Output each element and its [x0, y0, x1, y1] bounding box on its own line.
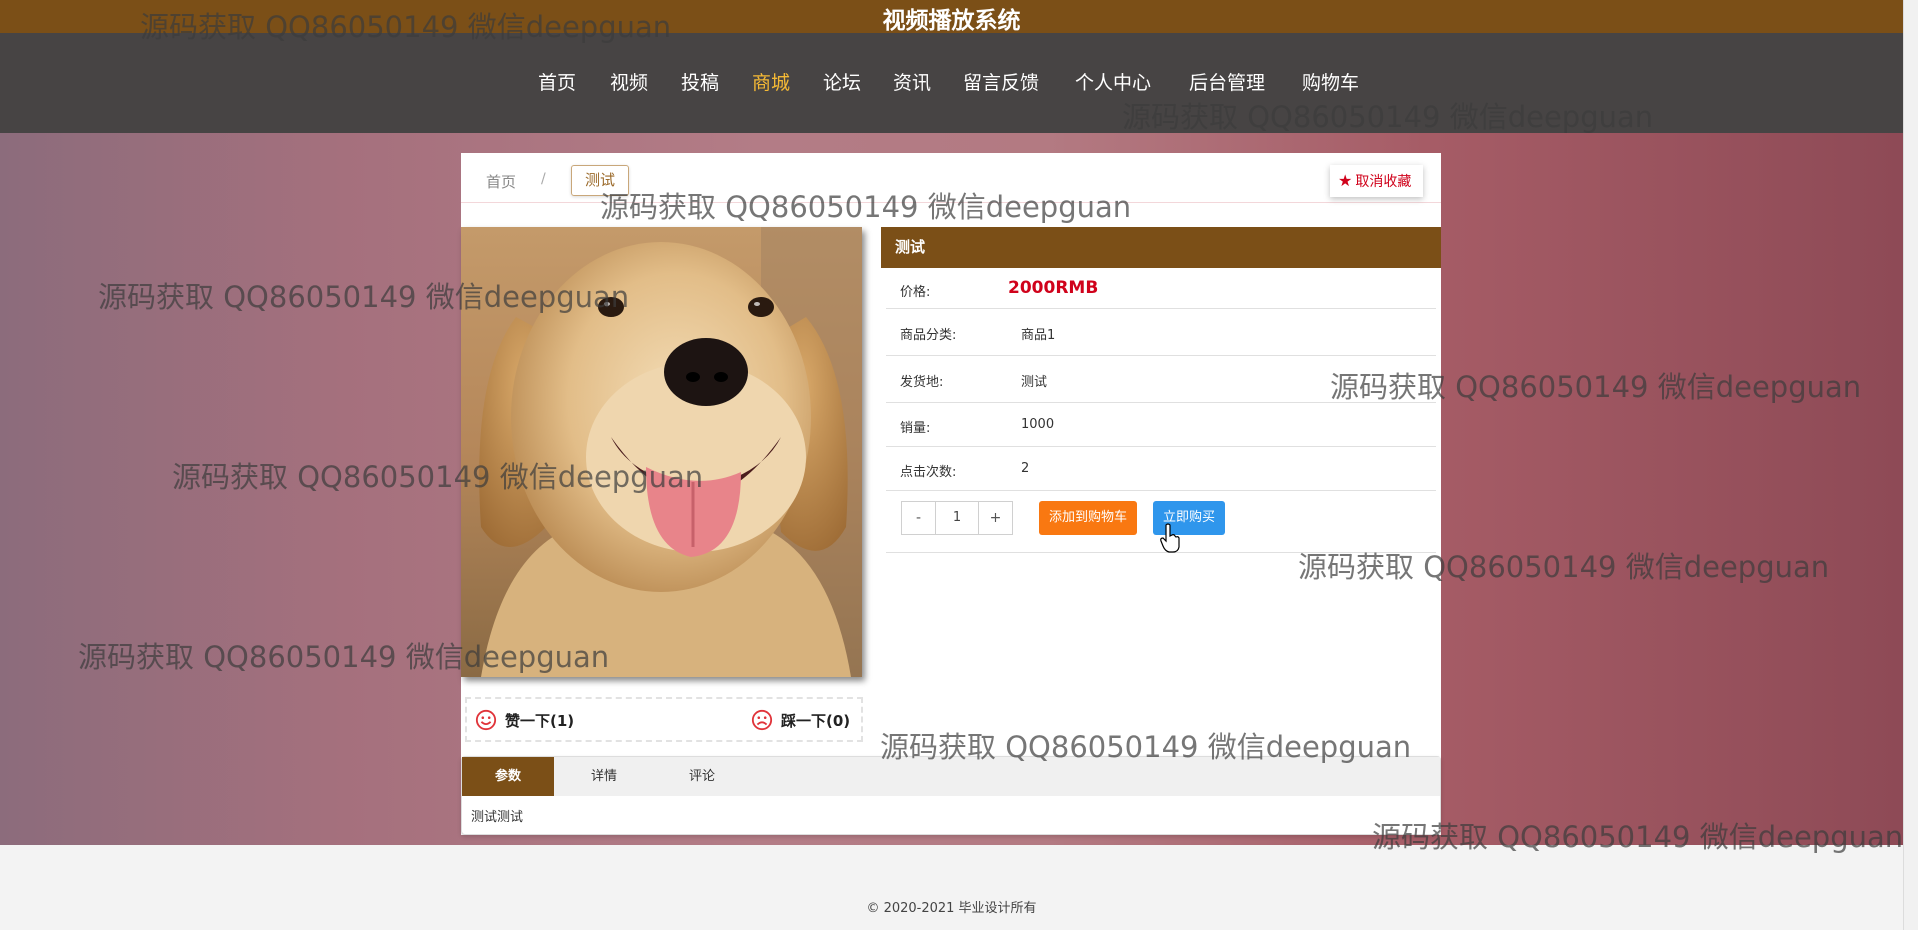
origin-value: 测试: [1021, 375, 1048, 390]
nav-item-forum[interactable]: 论坛: [823, 68, 861, 95]
sales-label: 销量:: [900, 421, 931, 436]
tab-details[interactable]: 详情: [554, 757, 654, 796]
price-row: 价格: 2000RMB: [886, 268, 1436, 309]
dog-photo: [461, 227, 862, 677]
quantity-minus-button[interactable]: -: [902, 502, 935, 534]
product-info: 测试 价格: 2000RMB 商品分类: 商品1 发货地: 测试 销量: 100…: [881, 227, 1441, 553]
category-label: 商品分类:: [900, 328, 957, 343]
nav-item-shop[interactable]: 商城: [752, 68, 790, 95]
nav-item-news[interactable]: 资讯: [893, 68, 931, 95]
tab-bar: 参数 详情 评论: [462, 757, 1440, 796]
breadcrumb-separator: /: [541, 171, 546, 187]
dislike-button[interactable]: 踩一下(0): [751, 709, 850, 731]
copyright: © 2020-2021 毕业设计所有: [866, 901, 1037, 916]
nav-item-profile[interactable]: 个人中心: [1075, 68, 1151, 95]
clicks-row: 点击次数: 2: [886, 447, 1436, 491]
nav-item-home[interactable]: 首页: [538, 68, 576, 95]
clicks-label: 点击次数:: [900, 465, 957, 480]
product-image: [461, 227, 862, 677]
breadcrumb: 首页 / 测试 ★ 取消收藏: [461, 153, 1441, 203]
hand-cursor-icon: [1160, 523, 1180, 553]
footer: © 2020-2021 毕业设计所有: [0, 845, 1903, 930]
sales-value: 1000: [1021, 417, 1055, 432]
detail-tabs: 参数 详情 评论 测试测试: [461, 756, 1441, 835]
category-row: 商品分类: 商品1: [886, 309, 1436, 356]
tab-content: 测试测试: [471, 810, 524, 825]
tab-params[interactable]: 参数: [462, 757, 554, 796]
like-button[interactable]: 赞一下(1): [475, 709, 574, 731]
breadcrumb-home[interactable]: 首页: [486, 171, 516, 192]
main-nav: 首页 视频 投稿 商城 论坛 资讯 留言反馈 个人中心 后台管理 购物车: [0, 33, 1903, 133]
quantity-input[interactable]: 1: [935, 502, 979, 534]
add-to-cart-button[interactable]: 添加到购物车: [1039, 501, 1138, 535]
star-icon: ★: [1338, 171, 1353, 190]
product-card: 首页 / 测试 ★ 取消收藏 赞一下(1) 踩一下(0) 测试 价格: 2000…: [461, 153, 1441, 835]
origin-label: 发货地:: [900, 375, 944, 390]
dislike-label: 踩一下(0): [781, 711, 851, 730]
like-label: 赞一下(1): [505, 711, 575, 730]
origin-row: 发货地: 测试: [886, 356, 1436, 403]
smile-icon: [475, 709, 497, 731]
nav-item-feedback[interactable]: 留言反馈: [963, 68, 1039, 95]
site-title: 视频播放系统: [882, 8, 1021, 34]
unfavorite-button[interactable]: ★ 取消收藏: [1330, 165, 1424, 197]
clicks-value: 2: [1021, 461, 1030, 476]
quantity-stepper: - 1 +: [901, 501, 1013, 535]
title-bar: 视频播放系统: [0, 0, 1903, 34]
nav-item-admin[interactable]: 后台管理: [1189, 68, 1265, 95]
breadcrumb-current[interactable]: 测试: [571, 165, 630, 196]
nav-item-video[interactable]: 视频: [610, 68, 648, 95]
frown-icon: [751, 709, 773, 731]
nav-item-submit[interactable]: 投稿: [681, 68, 719, 95]
price-label: 价格:: [900, 285, 931, 300]
sales-row: 销量: 1000: [886, 403, 1436, 447]
vote-bar: 赞一下(1) 踩一下(0): [465, 697, 863, 742]
category-value: 商品1: [1021, 328, 1056, 343]
unfavorite-label: 取消收藏: [1355, 174, 1412, 190]
tab-comments[interactable]: 评论: [654, 757, 750, 796]
price-value: 2000RMB: [1008, 278, 1099, 298]
quantity-plus-button[interactable]: +: [979, 502, 1012, 534]
nav-item-cart[interactable]: 购物车: [1302, 68, 1359, 95]
product-name: 测试: [881, 227, 1441, 268]
vertical-scrollbar[interactable]: [1903, 0, 1918, 930]
